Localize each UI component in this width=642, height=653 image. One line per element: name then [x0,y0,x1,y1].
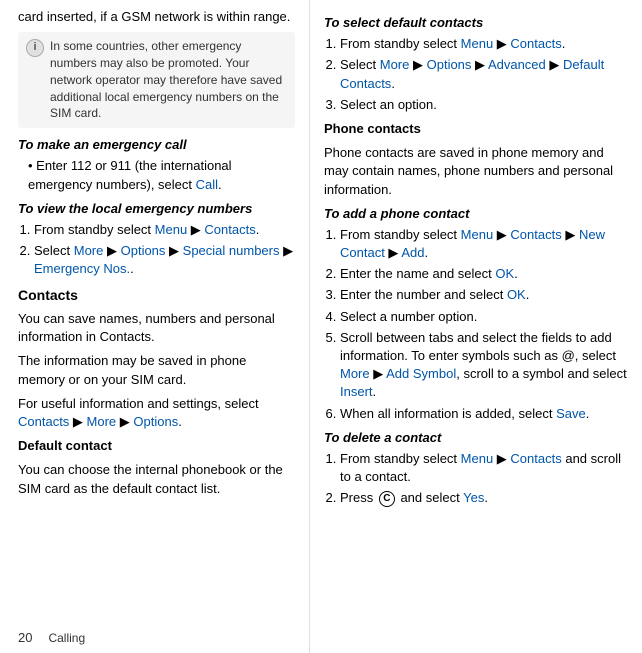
select-default-heading: To select default contacts [324,14,628,32]
default-contact-text: You can choose the internal phonebook or… [18,461,295,497]
select-step-2: Select More ▶ Options ▶ Advanced ▶ Defau… [340,56,628,92]
delete-step-1: From standby select Menu ▶ Contacts and … [340,450,628,486]
local-step-2: Select More ▶ Options ▶ Special numbers … [34,242,295,278]
right-column: To select default contacts From standby … [310,0,642,653]
local-step-1: From standby select Menu ▶ Contacts. [34,221,295,239]
left-column: card inserted, if a GSM network is withi… [0,0,310,653]
page-footer: 20 Calling [18,630,85,645]
delete-step-2: Press C and select Yes. [340,489,628,507]
emergency-call-heading: To make an emergency call [18,136,295,154]
select-step-1: From standby select Menu ▶ Contacts. [340,35,628,53]
select-step-3: Select an option. [340,96,628,114]
add-phone-steps: From standby select Menu ▶ Contacts ▶ Ne… [324,226,628,423]
add-step-4: Select a number option. [340,308,628,326]
info-icon: i [26,39,44,57]
add-step-2: Enter the name and select OK. [340,265,628,283]
intro-text: card inserted, if a GSM network is withi… [18,8,295,26]
page-number: 20 [18,630,32,645]
default-contact-heading: Default contact [18,437,295,455]
local-numbers-heading: To view the local emergency numbers [18,200,295,218]
phone-contacts-text: Phone contacts are saved in phone memory… [324,144,628,199]
note-text: In some countries, other emergency numbe… [50,38,287,122]
delete-heading: To delete a contact [324,429,628,447]
add-step-5: Scroll between tabs and select the field… [340,329,628,402]
emergency-call-link: Call [196,177,218,192]
add-step-6: When all information is added, select Sa… [340,405,628,423]
contacts-p3: For useful information and settings, sel… [18,395,295,431]
add-step-3: Enter the number and select OK. [340,286,628,304]
add-step-1: From standby select Menu ▶ Contacts ▶ Ne… [340,226,628,262]
contacts-p1: You can save names, numbers and personal… [18,310,295,346]
contacts-heading: Contacts [18,286,295,306]
add-phone-heading: To add a phone contact [324,205,628,223]
note-box: i In some countries, other emergency num… [18,32,295,128]
c-button-icon: C [379,491,395,507]
emergency-call-bullet: Enter 112 or 911 (the international emer… [18,157,295,193]
contacts-p2: The information may be saved in phone me… [18,352,295,388]
page-label: Calling [48,631,85,645]
local-numbers-steps: From standby select Menu ▶ Contacts. Sel… [18,221,295,279]
delete-steps: From standby select Menu ▶ Contacts and … [324,450,628,508]
select-default-steps: From standby select Menu ▶ Contacts. Sel… [324,35,628,114]
page: card inserted, if a GSM network is withi… [0,0,642,653]
phone-contacts-heading: Phone contacts [324,120,628,138]
